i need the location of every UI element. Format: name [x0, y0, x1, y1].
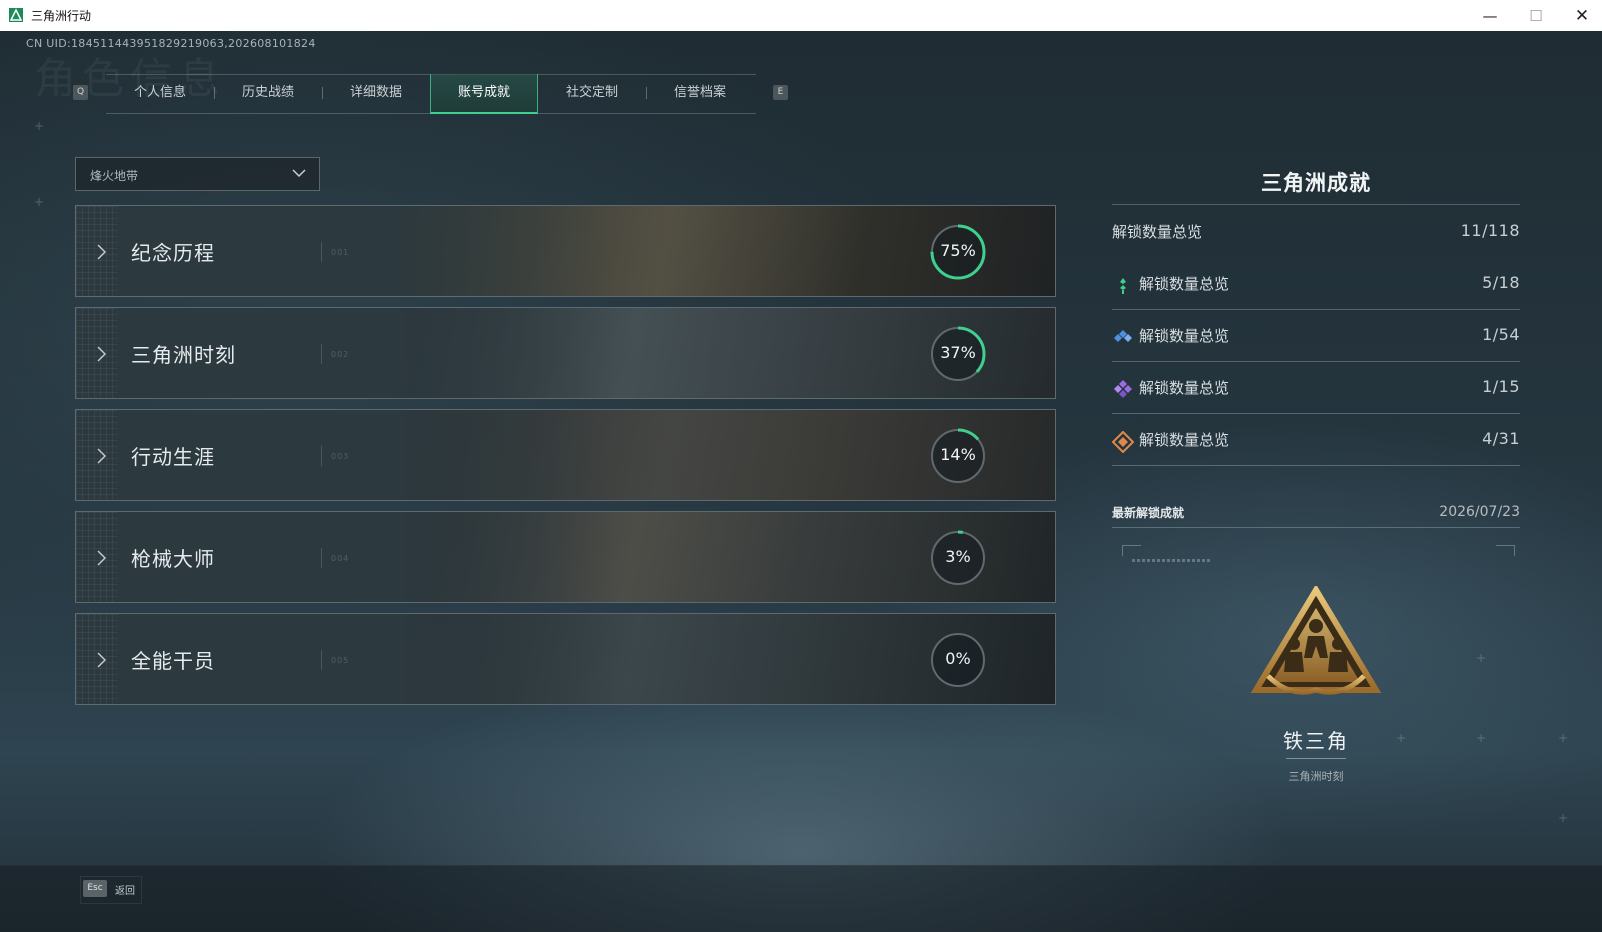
back-label[interactable]: 返回 — [115, 882, 135, 897]
category-percent: 37% — [940, 343, 976, 362]
green-tier-icon — [1120, 278, 1126, 294]
chevron-down-icon — [292, 169, 306, 178]
badge-underline — [1286, 758, 1346, 759]
window-title-bar: 三角洲行动 — ☐ ✕ — [0, 0, 1602, 32]
tab-credit-record[interactable]: 信誉档案 — [646, 74, 754, 112]
divider — [1112, 413, 1520, 414]
latest-unlock-label: 最新解锁成就 — [1112, 506, 1185, 520]
crosshair-decoration: + — [1558, 731, 1569, 745]
category-name: 全能干员 — [131, 649, 215, 673]
orange-tier-value: 4/31 — [1482, 429, 1520, 448]
purple-tier-icon — [1114, 380, 1132, 398]
achievement-category-row[interactable]: 行动生涯 003 14% — [75, 409, 1056, 501]
achievements-title: 三角洲成就 — [1261, 171, 1371, 195]
category-index: 004 — [331, 554, 350, 563]
divider — [1112, 309, 1520, 310]
green-tier-label: 解锁数量总览 — [1139, 275, 1230, 293]
orange-tier-row: 解锁数量总览 4/31 — [1112, 419, 1520, 459]
total-unlock-value: 11/118 — [1460, 221, 1520, 240]
purple-tier-label: 解锁数量总览 — [1139, 379, 1230, 397]
tab-account-achievements[interactable]: 账号成就 — [430, 74, 538, 114]
mode-dropdown[interactable]: 烽火地带 — [75, 157, 320, 191]
divider — [1112, 204, 1520, 205]
total-unlock-row: 解锁数量总览 11/118 — [1112, 211, 1520, 251]
maximize-button[interactable]: ☐ — [1513, 0, 1559, 31]
crosshair-decoration: + — [1558, 811, 1569, 825]
chevron-right-icon — [97, 652, 107, 668]
close-button[interactable]: ✕ — [1559, 0, 1602, 31]
chevron-right-icon — [97, 550, 107, 566]
category-artwork-fade — [76, 410, 1055, 500]
divider — [1112, 527, 1520, 528]
achievement-category-row[interactable]: 全能干员 005 0% — [75, 613, 1056, 705]
category-divider — [321, 242, 322, 262]
crosshair-decoration: + — [34, 195, 45, 209]
category-divider — [321, 548, 322, 568]
total-unlock-label: 解锁数量总览 — [1112, 223, 1203, 241]
chevron-right-icon — [97, 244, 107, 260]
prev-tab-key[interactable]: Q — [73, 85, 88, 100]
category-index: 002 — [331, 350, 350, 359]
uid-line: CN UID:184511443951829219063,20260810182… — [26, 37, 316, 50]
tab-social-customization[interactable]: 社交定制 — [538, 74, 646, 112]
app-logo-icon — [9, 8, 23, 22]
frame-corner — [1122, 545, 1141, 556]
category-index: 001 — [331, 248, 350, 257]
next-tab-key[interactable]: E — [773, 85, 788, 100]
purple-tier-value: 1/15 — [1482, 377, 1520, 396]
category-percent: 75% — [940, 241, 976, 260]
esc-key[interactable]: Esc — [83, 880, 107, 897]
category-index: 003 — [331, 452, 350, 461]
crosshair-decoration: + — [1476, 651, 1487, 665]
crosshair-decoration: + — [1396, 731, 1407, 745]
category-percent: 14% — [940, 445, 976, 464]
orange-tier-label: 解锁数量总览 — [1139, 431, 1230, 449]
blue-tier-label: 解锁数量总览 — [1139, 327, 1230, 345]
tab-personal-info[interactable]: 个人信息 — [106, 74, 214, 112]
category-index: 005 — [331, 656, 350, 665]
divider — [1112, 361, 1520, 362]
deco-barcode — [1132, 559, 1212, 562]
latest-unlock-date: 2026/07/23 — [1439, 504, 1520, 520]
category-divider — [321, 446, 322, 466]
category-name: 三角洲时刻 — [131, 343, 236, 367]
bottom-bar — [0, 865, 1602, 932]
blue-tier-icon — [1114, 330, 1132, 342]
frame-corner — [1496, 545, 1515, 556]
achievement-category-row[interactable]: 三角洲时刻 002 37% — [75, 307, 1056, 399]
achievement-category-row[interactable]: 纪念历程 001 75% — [75, 205, 1056, 297]
game-viewport: 角色信息 CN UID:184511443951829219063,202608… — [0, 31, 1602, 932]
orange-tier-icon — [1112, 431, 1134, 453]
category-artwork-fade — [76, 206, 1055, 296]
category-artwork-fade — [76, 614, 1055, 704]
chevron-right-icon — [97, 448, 107, 464]
crosshair-decoration: + — [34, 119, 45, 133]
category-artwork-fade — [76, 512, 1055, 602]
category-divider — [321, 344, 322, 364]
crosshair-decoration: + — [1476, 731, 1487, 745]
mode-dropdown-value: 烽火地带 — [90, 169, 139, 183]
category-name: 枪械大师 — [131, 547, 215, 571]
achievement-category-row[interactable]: 枪械大师 004 3% — [75, 511, 1056, 603]
purple-tier-row: 解锁数量总览 1/15 — [1112, 367, 1520, 407]
blue-tier-row: 解锁数量总览 1/54 — [1112, 315, 1520, 355]
minimize-button[interactable]: — — [1467, 0, 1513, 31]
category-percent: 3% — [945, 547, 971, 566]
category-name: 行动生涯 — [131, 445, 215, 469]
window-title: 三角洲行动 — [31, 9, 92, 23]
green-tier-value: 5/18 — [1482, 273, 1520, 292]
latest-badge-category: 三角洲时刻 — [1288, 770, 1344, 783]
gold-triangle-badge-icon[interactable] — [1250, 586, 1382, 698]
tab-detailed-data[interactable]: 详细数据 — [322, 74, 430, 112]
blue-tier-value: 1/54 — [1482, 325, 1520, 344]
latest-badge-name: 铁三角 — [1283, 729, 1349, 753]
category-name: 纪念历程 — [131, 241, 215, 265]
divider — [1112, 465, 1520, 466]
chevron-right-icon — [97, 346, 107, 362]
tab-match-history[interactable]: 历史战绩 — [214, 74, 322, 112]
category-percent: 0% — [945, 649, 971, 668]
category-divider — [321, 650, 322, 670]
green-tier-row: 解锁数量总览 5/18 — [1112, 263, 1520, 303]
